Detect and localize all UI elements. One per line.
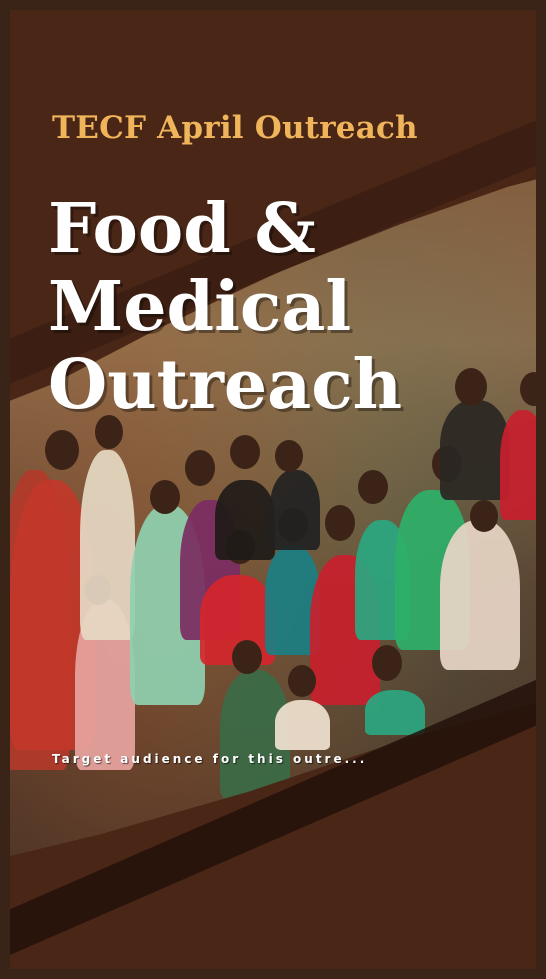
poster-title-line-2: Medical [48,267,352,347]
audience-caption: Target audience for this outre... [52,752,368,766]
outreach-poster: TECF April Outreach Food & Medical Outre… [0,0,546,979]
poster-title-line-1: Food & [48,189,316,269]
poster-title-line-3: Outreach [48,345,403,425]
poster-subtitle: TECF April Outreach [52,110,418,146]
